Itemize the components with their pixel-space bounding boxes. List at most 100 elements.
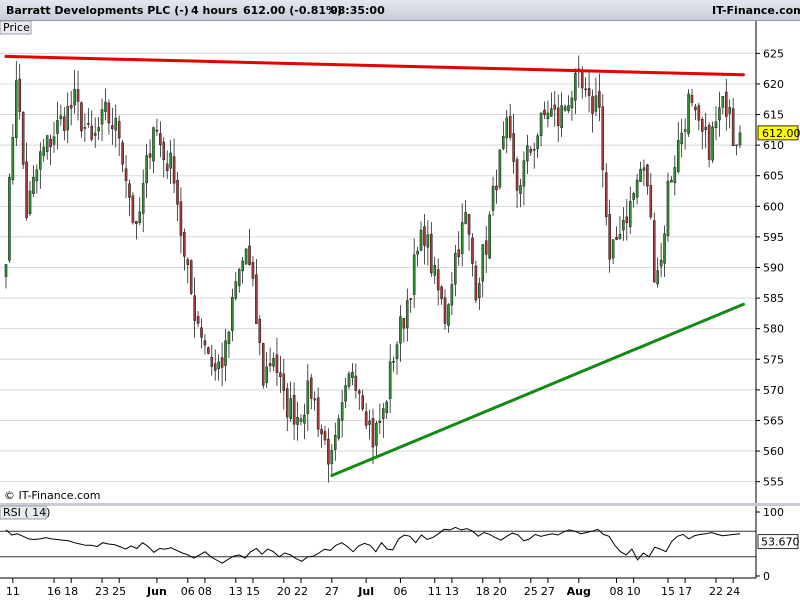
time-tick-label: 13 [229,585,243,598]
candle-up [28,190,32,214]
rsi-tick-label: 0 [763,570,770,583]
candle-up [618,234,622,240]
candle-up [45,135,49,152]
time-tick-label: 08 [610,585,624,598]
candle-down [313,398,316,401]
candle-up [141,183,145,214]
candle-up [632,193,635,200]
candle-up [491,185,495,211]
time-tick-label: 24 [726,585,740,598]
candle-down [358,390,361,394]
candle-up [738,132,742,146]
last-price-badge: 612.00 [757,125,800,141]
time-tick-label: Jul [357,585,374,598]
candle-up [426,234,430,248]
candle-down [159,133,162,146]
candle-down [255,274,258,324]
candle-up [66,106,70,131]
candle-up [570,97,574,109]
candle-up [464,212,467,224]
candle-down [378,420,382,424]
candle-up [4,264,8,277]
candle-up [375,423,378,446]
candle-down [361,395,364,410]
candle-up [244,248,248,265]
candle-down [601,106,605,170]
candle-up [519,185,522,194]
candle-down [128,183,131,198]
candle-up [546,112,550,119]
candle-down [21,112,25,165]
candle-down [440,286,443,299]
candle-down [316,397,320,430]
price-tick-label: 570 [763,384,784,397]
candle-up [505,117,509,139]
brand-name: IT-Finance.com [712,4,800,17]
time-tick-label: 08 [198,585,212,598]
candle-down [179,201,183,236]
candle-up [289,398,292,419]
time-tick-label: 20 [493,585,507,598]
candle-up [433,265,437,276]
candle-down [282,373,286,391]
time-tick-label: 22 [709,585,723,598]
candle-up [550,108,553,117]
price-tick-label: 565 [763,414,784,427]
candle-down [436,269,440,291]
candle-up [368,420,371,425]
candle-up [334,435,337,450]
candle-down [323,431,327,441]
candle-down [172,156,176,184]
candle-down [193,295,196,321]
price-tick-label: 585 [763,292,784,305]
candle-down [354,375,358,391]
candle-up [169,152,172,169]
candle-up [687,93,690,134]
candle-down [309,377,313,399]
candle-up [659,259,663,267]
candle-up [635,179,639,198]
quote-time: 08:35:00 [330,4,385,17]
candle-up [52,136,56,145]
candle-down [220,357,224,368]
candle-down [203,340,207,346]
candle-down [556,107,560,126]
price-tick-label: 605 [763,170,784,183]
candle-down [587,88,591,96]
candle-down [484,240,488,255]
candle-down [327,438,330,465]
price-tick-label: 555 [763,476,784,489]
candle-up [15,80,18,138]
candle-up [522,160,526,187]
candle-down [258,318,262,343]
candle-up [347,373,351,387]
time-tick-label: 13 [445,585,459,598]
candle-up [711,126,714,161]
candle-down [121,142,124,165]
candle-up [114,117,118,131]
candle-up [241,260,244,272]
time-tick-label: 27 [325,585,339,598]
last-price-badge-text: 612.00 [762,127,800,140]
candle-down [701,118,704,132]
candle-down [625,216,629,223]
candle-up [498,149,502,188]
candle-up [526,145,529,162]
candle-up [11,137,15,181]
candle-up [299,418,303,422]
price-tick-label: 580 [763,323,784,336]
price-chart: 555 560 565 570 575 580 585 590 595 600 605 610 615 6… [0,21,800,598]
candle-down [148,153,152,158]
candle-up [536,135,539,149]
candle-up [227,331,231,344]
candle-up [728,107,731,114]
candle-down [690,94,694,103]
candle-up [642,167,646,171]
candle-down [430,234,433,274]
candle-up [388,361,392,399]
candle-up [628,201,632,227]
price-tick-label: 615 [763,109,784,122]
candle-up [412,254,416,295]
candle-up [419,229,423,251]
candle-down [474,265,478,301]
